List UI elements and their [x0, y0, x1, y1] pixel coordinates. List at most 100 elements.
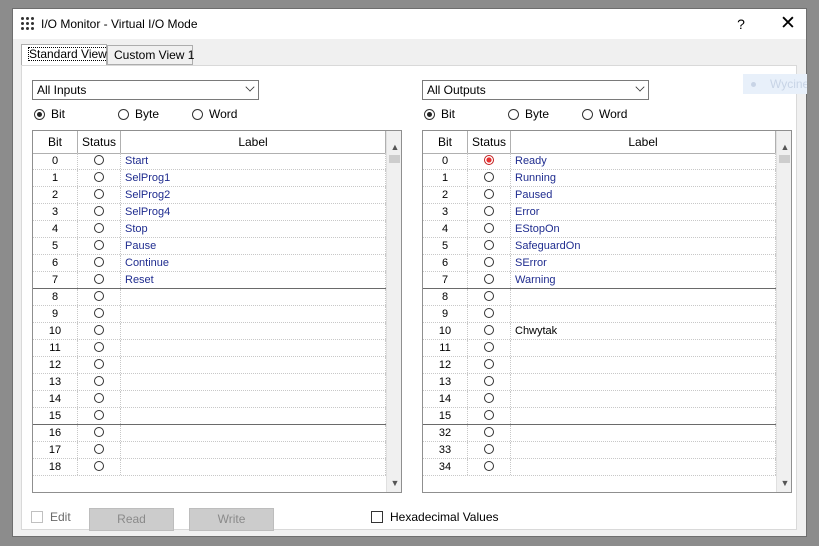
status-off-icon[interactable] [94, 172, 104, 183]
table-row[interactable]: 10 Chwytak [423, 323, 776, 340]
status-off-icon[interactable] [94, 410, 104, 421]
inputs-grid-scrollbar[interactable]: ▲ ▼ [386, 131, 401, 492]
close-button[interactable]: ✕ [773, 9, 803, 39]
table-row[interactable]: 11 [33, 340, 386, 357]
status-off-icon[interactable] [484, 359, 494, 370]
status-cell[interactable] [78, 289, 121, 305]
table-row[interactable]: 15 [423, 408, 776, 425]
status-cell[interactable] [468, 306, 511, 322]
scroll-thumb[interactable] [389, 155, 400, 163]
table-row[interactable]: 12 [33, 357, 386, 374]
table-row[interactable]: 14 [423, 391, 776, 408]
status-cell[interactable] [78, 238, 121, 254]
status-off-icon[interactable] [484, 189, 494, 200]
table-row[interactable]: 3 Error [423, 204, 776, 221]
status-cell[interactable] [78, 323, 121, 339]
table-row[interactable]: 4 Stop [33, 221, 386, 238]
outputs-radio-word[interactable]: Word [582, 106, 627, 122]
status-off-icon[interactable] [484, 206, 494, 217]
status-off-icon[interactable] [484, 444, 494, 455]
status-off-icon[interactable] [484, 308, 494, 319]
table-row[interactable]: 6 SError [423, 255, 776, 272]
inputs-radio-bit[interactable]: Bit [34, 106, 65, 122]
table-row[interactable]: 8 [423, 289, 776, 306]
status-cell[interactable] [78, 306, 121, 322]
status-cell[interactable] [468, 238, 511, 254]
status-off-icon[interactable] [94, 257, 104, 268]
status-cell[interactable] [468, 408, 511, 424]
column-header-status[interactable]: Status [78, 131, 121, 153]
outputs-grid-scrollbar[interactable]: ▲ ▼ [776, 131, 791, 492]
status-cell[interactable] [468, 221, 511, 237]
outputs-radio-byte[interactable]: Byte [508, 106, 549, 122]
status-off-icon[interactable] [484, 461, 494, 472]
scroll-thumb[interactable] [779, 155, 790, 163]
status-cell[interactable] [468, 204, 511, 220]
table-row[interactable]: 10 [33, 323, 386, 340]
status-cell[interactable] [468, 272, 511, 288]
status-cell[interactable] [468, 255, 511, 271]
status-cell[interactable] [78, 187, 121, 203]
table-row[interactable]: 9 [423, 306, 776, 323]
table-row[interactable]: 16 [33, 425, 386, 442]
status-off-icon[interactable] [94, 393, 104, 404]
status-off-icon[interactable] [484, 325, 494, 336]
inputs-radio-byte[interactable]: Byte [118, 106, 159, 122]
column-header-label[interactable]: Label [511, 131, 776, 153]
status-off-icon[interactable] [94, 223, 104, 234]
status-off-icon[interactable] [94, 155, 104, 166]
table-row[interactable]: 17 [33, 442, 386, 459]
table-row[interactable]: 13 [33, 374, 386, 391]
status-off-icon[interactable] [484, 223, 494, 234]
table-row[interactable]: 14 [33, 391, 386, 408]
tab-custom-view-1[interactable]: Custom View 1 [107, 45, 194, 65]
status-off-icon[interactable] [484, 342, 494, 353]
status-cell[interactable] [468, 153, 511, 169]
status-cell[interactable] [78, 153, 121, 169]
table-row[interactable]: 1 SelProg1 [33, 170, 386, 187]
status-cell[interactable] [468, 391, 511, 407]
outputs-radio-bit[interactable]: Bit [424, 106, 455, 122]
tab-standard-view[interactable]: Standard View [21, 44, 108, 66]
status-cell[interactable] [78, 459, 121, 475]
status-off-icon[interactable] [484, 172, 494, 183]
status-cell[interactable] [78, 442, 121, 458]
table-row[interactable]: 11 [423, 340, 776, 357]
hexadecimal-values-checkbox[interactable]: Hexadecimal Values [371, 510, 499, 524]
status-off-icon[interactable] [484, 240, 494, 251]
status-off-icon[interactable] [94, 291, 104, 302]
table-row[interactable]: 2 SelProg2 [33, 187, 386, 204]
status-off-icon[interactable] [94, 461, 104, 472]
status-cell[interactable] [78, 374, 121, 390]
status-off-icon[interactable] [94, 444, 104, 455]
write-button[interactable]: Write [189, 508, 274, 531]
table-row[interactable]: 4 EStopOn [423, 221, 776, 238]
status-off-icon[interactable] [484, 257, 494, 268]
status-on-icon[interactable] [484, 155, 494, 166]
table-row[interactable]: 0 Start [33, 153, 386, 170]
status-off-icon[interactable] [484, 410, 494, 421]
column-header-status[interactable]: Status [468, 131, 511, 153]
status-cell[interactable] [78, 272, 121, 288]
outputs-filter-select[interactable]: All Outputs [422, 80, 649, 100]
status-off-icon[interactable] [484, 393, 494, 404]
status-cell[interactable] [468, 442, 511, 458]
status-off-icon[interactable] [94, 189, 104, 200]
table-row[interactable]: 5 SafeguardOn [423, 238, 776, 255]
column-header-bit[interactable]: Bit [423, 131, 468, 153]
status-cell[interactable] [468, 425, 511, 441]
status-cell[interactable] [468, 289, 511, 305]
edit-checkbox[interactable]: Edit [31, 510, 71, 524]
status-cell[interactable] [468, 187, 511, 203]
status-cell[interactable] [78, 425, 121, 441]
status-off-icon[interactable] [94, 274, 104, 285]
status-cell[interactable] [78, 408, 121, 424]
table-row[interactable]: 5 Pause [33, 238, 386, 255]
status-off-icon[interactable] [94, 427, 104, 438]
status-off-icon[interactable] [484, 274, 494, 285]
table-row[interactable]: 9 [33, 306, 386, 323]
status-off-icon[interactable] [484, 376, 494, 387]
table-row[interactable]: 6 Continue [33, 255, 386, 272]
table-row[interactable]: 32 [423, 425, 776, 442]
status-cell[interactable] [78, 391, 121, 407]
